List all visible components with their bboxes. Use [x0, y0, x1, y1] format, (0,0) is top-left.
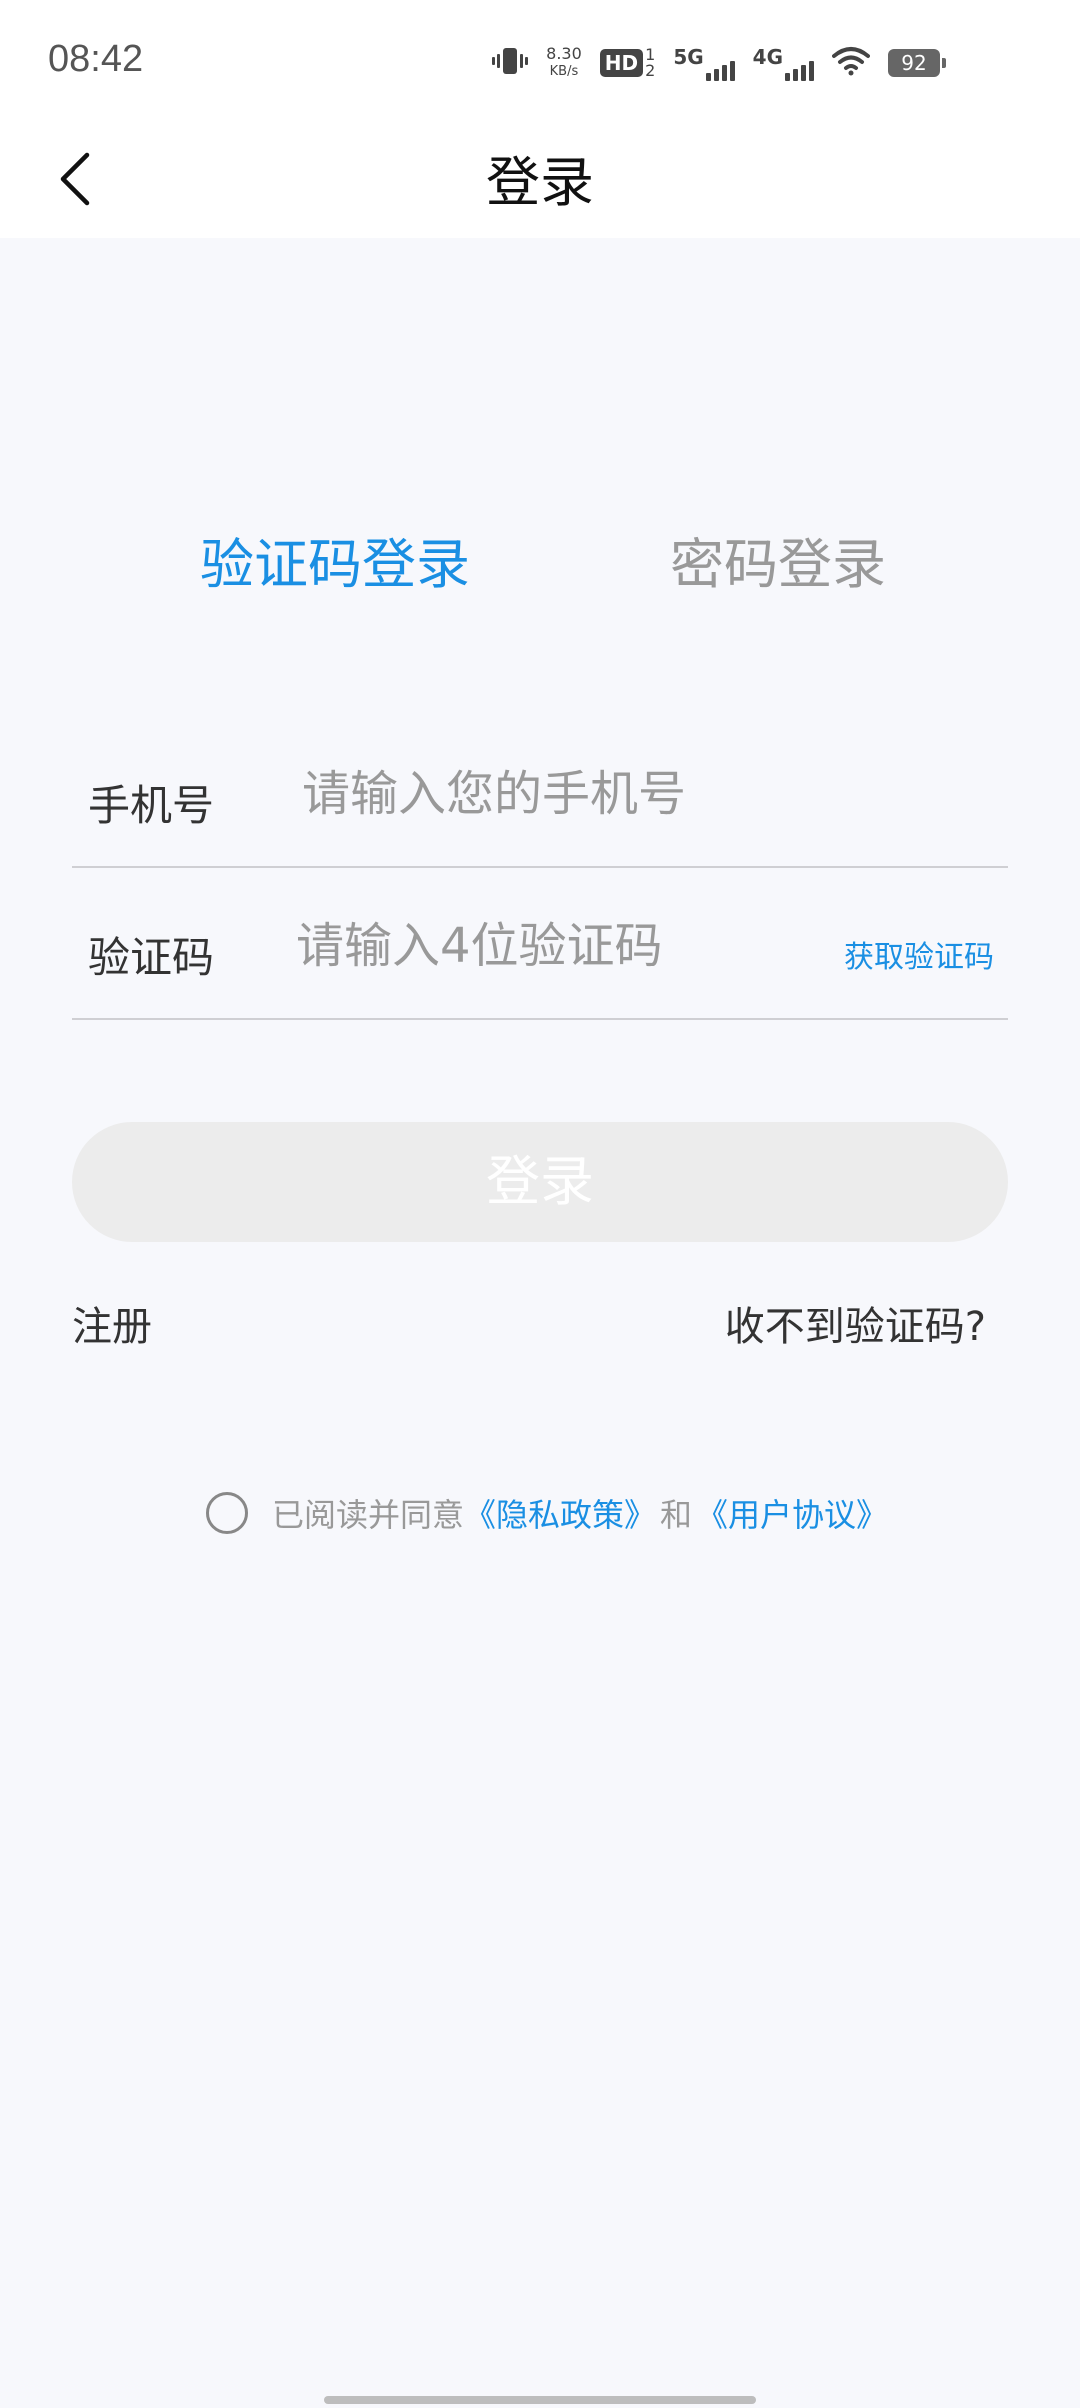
net-speed-unit: KB/s [549, 64, 579, 79]
home-indicator[interactable] [324, 2396, 756, 2404]
battery-icon: 92 [888, 49, 946, 77]
phone-label: 手机号 [88, 781, 215, 830]
wifi-icon [832, 46, 870, 80]
signal-5g: 5G [673, 45, 735, 81]
phone-input[interactable] [302, 758, 862, 830]
register-link[interactable]: 注册 [72, 1294, 152, 1352]
phone-row: 手机号 [72, 716, 1008, 868]
signal-icon [705, 55, 735, 81]
agreement-prefix: 已阅读并同意 [272, 1496, 465, 1534]
tab-sms-login[interactable]: 验证码登录 [200, 520, 470, 599]
user-agreement-link[interactable]: 《用户协议》 [696, 1490, 888, 1536]
signal-icon [785, 55, 814, 81]
no-code-link[interactable]: 收不到验证码? [725, 1294, 986, 1352]
agreement-and: 和 [660, 1496, 693, 1534]
code-row: 验证码 获取验证码 [72, 868, 1008, 1020]
sim2-label: 2 [645, 61, 656, 80]
code-input[interactable] [296, 910, 856, 982]
privacy-policy-link[interactable]: 《隐私政策》 [464, 1490, 656, 1536]
hd-indicator: HD 1 2 [599, 47, 655, 79]
status-bar: 08:42 8.30 KB/s HD 1 2 5G 4G 92 [0, 0, 1080, 120]
net-4g-label: 4G [752, 45, 783, 69]
net-speed-value: 8.30 [546, 44, 582, 63]
get-code-button[interactable]: 获取验证码 [844, 932, 994, 976]
header: 登录 [0, 120, 1080, 238]
net-speed: 8.30 KB/s [546, 46, 582, 80]
signal-4g: 4G [753, 45, 814, 81]
status-time: 08:42 [48, 38, 144, 80]
code-label: 验证码 [88, 933, 215, 982]
net-5g-label: 5G [673, 45, 704, 69]
login-page: 08:42 8.30 KB/s HD 1 2 5G 4G 92 登录 验证码登录… [0, 0, 1080, 2408]
login-button[interactable]: 登录 [72, 1122, 1008, 1242]
status-icons: 8.30 KB/s HD 1 2 5G 4G 92 [492, 38, 946, 88]
sim-slot-labels: 1 2 [645, 47, 655, 79]
tab-password-login[interactable]: 密码登录 [670, 520, 886, 599]
agreement-checkbox[interactable] [206, 1492, 248, 1534]
hd-icon: HD [599, 49, 644, 77]
agreement: 已阅读并同意 《隐私政策》 和 《用户协议》 [206, 1490, 888, 1536]
page-title: 登录 [486, 151, 594, 214]
vibrate-icon [492, 45, 529, 81]
